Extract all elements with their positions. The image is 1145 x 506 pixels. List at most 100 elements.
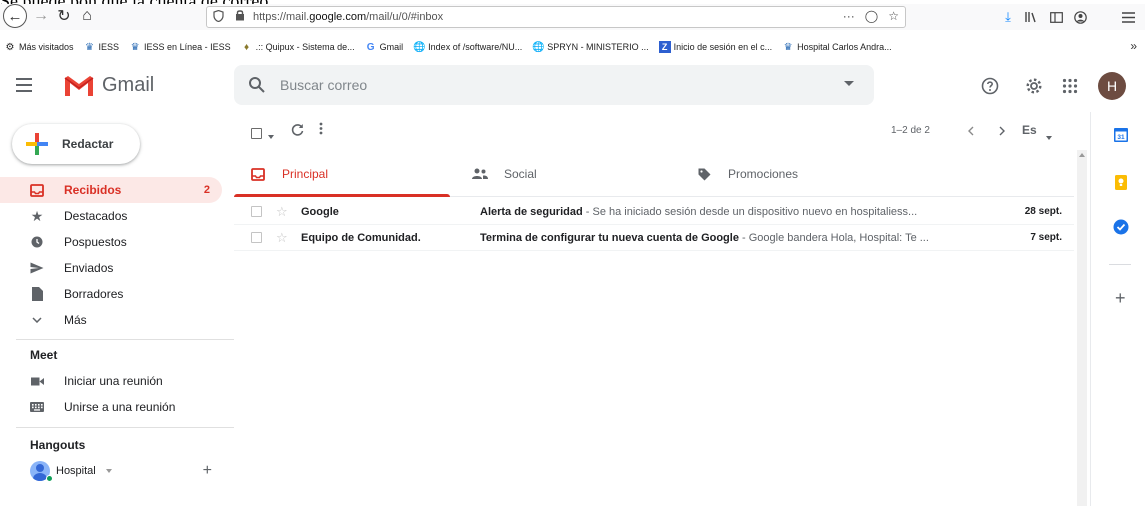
bookmark-star-icon[interactable]: ☆ xyxy=(888,9,899,23)
sidebar-item-label: Destacados xyxy=(64,209,128,223)
email-checkbox[interactable] xyxy=(251,232,262,243)
sidebar-divider xyxy=(16,339,234,340)
bookmark-hospital[interactable]: ♛ Hospital Carlos Andra... xyxy=(782,41,892,53)
page-actions-icon[interactable]: ··· xyxy=(843,9,855,23)
apps-grid-icon[interactable] xyxy=(1060,76,1080,96)
meet-join-button[interactable]: Unirse a una reunión xyxy=(0,394,222,420)
hamburger-menu-icon[interactable] xyxy=(1118,7,1138,27)
back-icon[interactable]: ← xyxy=(3,4,27,28)
url-bar[interactable]: https://mail.google.com/mail/u/0/#inbox … xyxy=(206,6,906,28)
compose-plus-icon xyxy=(26,133,48,155)
hangouts-user[interactable]: Hospital + xyxy=(30,461,220,482)
bookmark-iess[interactable]: ♛ IESS xyxy=(84,41,119,53)
more-options-icon[interactable] xyxy=(319,122,323,138)
hangouts-title: Hangouts xyxy=(30,438,86,452)
sidebar-item-label: Pospuestos xyxy=(64,235,127,249)
bookmark-mas-visitados[interactable]: ⚙ Más visitados xyxy=(4,41,74,53)
newer-page-icon[interactable] xyxy=(968,124,974,139)
google-icon: G xyxy=(366,41,375,53)
lock-icon[interactable] xyxy=(235,8,247,26)
download-icon[interactable]: ⤓ xyxy=(998,7,1018,27)
library-icon[interactable] xyxy=(1022,7,1042,27)
sidebar-item-label: Más xyxy=(64,313,87,327)
sidebar-item-drafts[interactable]: Borradores xyxy=(0,281,222,307)
search-box[interactable] xyxy=(234,65,874,105)
iess-icon: ♛ xyxy=(85,41,95,53)
gmail-logo[interactable]: Gmail xyxy=(64,74,154,97)
sidebar-item-snoozed[interactable]: Pospuestos xyxy=(0,229,222,255)
account-avatar[interactable]: H xyxy=(1098,72,1126,100)
gmail-logo-text: Gmail xyxy=(102,74,155,96)
shield-icon[interactable] xyxy=(213,9,227,25)
add-contact-icon[interactable]: + xyxy=(203,462,212,480)
sidebar-item-inbox[interactable]: Recibidos 2 xyxy=(0,177,222,203)
settings-gear-icon[interactable] xyxy=(1024,76,1044,96)
select-all-checkbox[interactable] xyxy=(251,127,262,142)
email-row[interactable]: ☆ Google Alerta de seguridad - Se ha ini… xyxy=(234,199,1074,225)
bookmark-iess-en-linea[interactable]: ♛ IESS en Línea - IESS xyxy=(129,41,231,53)
draft-icon xyxy=(30,287,44,301)
video-camera-icon xyxy=(30,374,44,388)
scroll-up-icon[interactable] xyxy=(1079,153,1085,157)
search-input[interactable] xyxy=(280,77,840,93)
gmail-header: Gmail H xyxy=(0,62,1145,110)
inbox-icon xyxy=(30,183,44,197)
sidebar-item-label: Borradores xyxy=(64,287,124,301)
scrollbar[interactable] xyxy=(1077,150,1087,506)
meet-start-button[interactable]: Iniciar una reunión xyxy=(0,368,222,394)
search-options-icon[interactable] xyxy=(844,81,854,86)
language-caret-icon[interactable] xyxy=(1046,128,1052,143)
email-list: ☆ Google Alerta de seguridad - Se ha ini… xyxy=(234,199,1074,251)
chevron-double-right-icon[interactable]: » xyxy=(1130,39,1137,53)
z-icon: Z xyxy=(658,41,671,53)
tag-icon xyxy=(696,167,712,181)
bookmarks-bar: ⚙ Más visitados ♛ IESS ♛ IESS en Línea -… xyxy=(0,37,1145,57)
keep-icon[interactable] xyxy=(1113,174,1129,190)
bookmark-index-software[interactable]: 🌐 Index of /software/NU... xyxy=(413,41,522,53)
email-row[interactable]: ☆ Equipo de Comunidad. Termina de config… xyxy=(234,225,1074,251)
sidebar-item-starred[interactable]: ★ Destacados xyxy=(0,203,222,229)
select-options-icon[interactable] xyxy=(268,127,274,142)
home-icon[interactable]: ⌂ xyxy=(78,5,96,27)
side-panel: 31 + xyxy=(1090,112,1145,506)
sidebar-item-sent[interactable]: Enviados xyxy=(0,255,222,281)
email-checkbox[interactable] xyxy=(251,206,262,217)
refresh-icon[interactable] xyxy=(291,123,304,139)
gmail-m-icon xyxy=(64,74,94,97)
tab-principal[interactable]: Principal xyxy=(250,152,328,196)
tab-social[interactable]: Social xyxy=(472,152,537,196)
tab-promociones[interactable]: Promociones xyxy=(696,152,798,196)
sidebar-item-more[interactable]: Más xyxy=(0,307,222,333)
star-outline-icon[interactable]: ☆ xyxy=(276,204,288,220)
compose-button[interactable]: Redactar xyxy=(12,124,140,164)
forward-icon[interactable]: → xyxy=(32,5,50,27)
tab-label: Principal xyxy=(282,167,329,181)
bookmark-gmail[interactable]: G Gmail xyxy=(365,41,403,53)
main-menu-icon[interactable] xyxy=(16,78,32,92)
active-tab-indicator xyxy=(234,194,450,197)
pocket-icon[interactable]: ◯ xyxy=(865,9,878,23)
email-subject: Termina de configurar tu nueva cuenta de… xyxy=(480,231,739,244)
reload-icon[interactable]: ↻ xyxy=(55,5,73,27)
email-snippet: Alerta de seguridad - Se ha iniciado ses… xyxy=(480,205,918,218)
bookmark-spryn[interactable]: 🌐 SPRYN - MINISTERIO ... xyxy=(532,41,649,53)
caret-down-icon[interactable] xyxy=(105,469,112,473)
bookmark-inicio-sesion[interactable]: Z Inicio de sesión en el c... xyxy=(658,41,772,53)
sidebar-toggle-icon[interactable] xyxy=(1046,7,1066,27)
sidebar-item-label: Recibidos xyxy=(64,183,122,197)
globe-icon: 🌐 xyxy=(532,41,545,53)
calendar-icon[interactable]: 31 xyxy=(1113,126,1129,142)
sidebar-nav: Recibidos 2 ★ Destacados Pospuestos Envi… xyxy=(0,177,222,333)
search-icon[interactable] xyxy=(248,76,266,94)
add-addon-icon[interactable]: + xyxy=(1115,288,1126,309)
bookmark-quipux[interactable]: ♦ .:: Quipux - Sistema de... xyxy=(241,41,355,53)
help-icon[interactable] xyxy=(980,76,1000,96)
tasks-icon[interactable] xyxy=(1113,219,1129,235)
url-text[interactable]: https://mail.google.com/mail/u/0/#inbox xyxy=(253,11,443,23)
email-sender: Equipo de Comunidad. xyxy=(301,231,421,244)
side-panel-divider xyxy=(1109,264,1131,265)
input-language-button[interactable]: Es xyxy=(1022,123,1037,137)
older-page-icon[interactable] xyxy=(999,124,1005,139)
account-icon[interactable] xyxy=(1070,7,1090,27)
star-outline-icon[interactable]: ☆ xyxy=(276,230,288,246)
